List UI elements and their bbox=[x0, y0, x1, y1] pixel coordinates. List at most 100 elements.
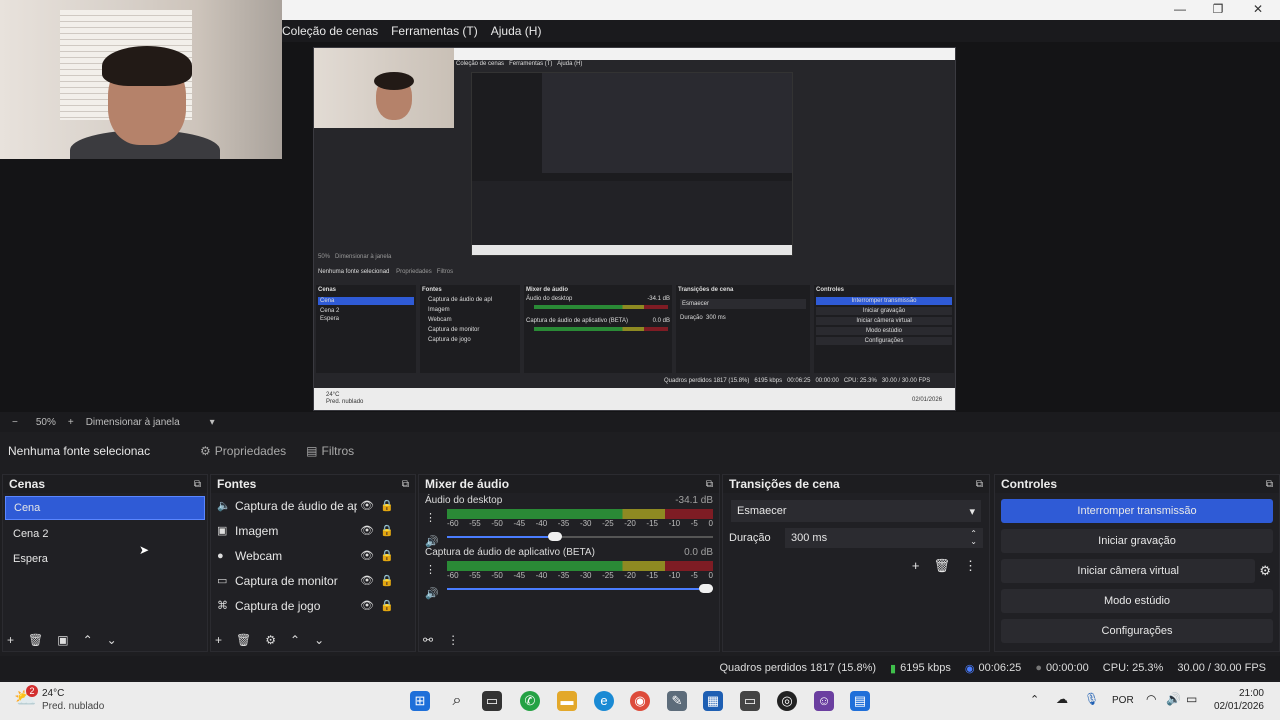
webcam-overlay bbox=[0, 0, 282, 159]
lock-icon[interactable]: 🔒 bbox=[377, 499, 397, 512]
search-icon[interactable]: ⌕ bbox=[447, 691, 467, 711]
source-item[interactable]: ▣ Imagem 👁 🔒 bbox=[211, 518, 415, 543]
task-view-icon[interactable]: ▭ bbox=[482, 691, 502, 711]
speaker-icon[interactable]: 🔊 bbox=[425, 535, 439, 548]
source-item[interactable]: ⌘ Captura de jogo 👁 🔒 bbox=[211, 593, 415, 618]
trash-icon[interactable]: 🗑 bbox=[236, 633, 251, 647]
mic-icon[interactable]: 🎙 bbox=[1084, 692, 1099, 706]
duration-spinbox[interactable]: 300 ms ⌃ ⌄ bbox=[785, 528, 983, 548]
scene-item[interactable]: Espera bbox=[5, 548, 205, 570]
nested-no-source: Nenhuma fonte selecionad bbox=[318, 269, 390, 275]
menu-bar: Coleção de cenas Ferramentas (T) Ajuda (… bbox=[282, 20, 1280, 42]
menu-tools[interactable]: Ferramentas (T) bbox=[391, 24, 478, 38]
settings-button[interactable]: Configurações bbox=[1001, 619, 1273, 643]
start-icon[interactable]: ⊞ bbox=[410, 691, 430, 711]
gear-icon[interactable]: ⚙ bbox=[1259, 563, 1271, 579]
move-up-icon[interactable]: ⌃ bbox=[83, 633, 93, 647]
sources-dock: Fontes ⧉ 🔈 Captura de áudio de apl 👁 🔒 ▣ Image… bbox=[210, 474, 416, 652]
popout-icon[interactable]: ⧉ bbox=[976, 479, 983, 490]
tick-label: -25 bbox=[602, 519, 614, 528]
popout-icon[interactable]: ⧉ bbox=[194, 479, 201, 490]
trash-icon[interactable]: 🗑 bbox=[933, 558, 950, 574]
volume-icon[interactable]: 🔊 bbox=[1166, 692, 1181, 706]
link-icon[interactable]: ⚯ bbox=[423, 633, 433, 647]
nested-mode: Dimensionar à janela bbox=[335, 254, 392, 260]
whatsapp-icon[interactable]: ✆ bbox=[520, 691, 540, 711]
visibility-icon[interactable]: 👁 bbox=[357, 574, 377, 587]
terminal-icon[interactable]: ▭ bbox=[740, 691, 760, 711]
volume-slider[interactable] bbox=[447, 583, 713, 595]
zoom-mode-select[interactable]: Dimensionar à janela bbox=[86, 417, 180, 428]
obs-icon[interactable]: ◎ bbox=[777, 691, 797, 711]
edge-icon[interactable]: e bbox=[594, 691, 614, 711]
visibility-icon[interactable]: 👁 bbox=[357, 599, 377, 612]
source-item[interactable]: ● Webcam 👁 🔒 bbox=[211, 543, 415, 568]
scene-item[interactable]: Cena 2 bbox=[5, 523, 205, 545]
lock-icon[interactable]: 🔒 bbox=[377, 599, 397, 612]
visibility-icon[interactable]: 👁 bbox=[357, 549, 377, 562]
lock-icon[interactable]: 🔒 bbox=[377, 524, 397, 537]
discord-icon[interactable]: ☺ bbox=[814, 691, 834, 711]
move-down-icon[interactable]: ⌄ bbox=[314, 633, 324, 647]
menu-help[interactable]: Ajuda (H) bbox=[491, 24, 542, 38]
chevron-down-icon[interactable]: ▾ bbox=[210, 417, 215, 428]
filters-button[interactable]: ▤ Filtros bbox=[306, 444, 354, 458]
start-virtual-camera-button[interactable]: Iniciar câmera virtual bbox=[1001, 559, 1256, 583]
zoom-in-button[interactable]: + bbox=[68, 417, 74, 428]
menu-scene-collection[interactable]: Coleção de cenas bbox=[282, 24, 378, 38]
minimize-button[interactable]: — bbox=[1162, 2, 1198, 16]
tray-chevron-icon[interactable]: ⌃ bbox=[1030, 693, 1039, 706]
language-indicator[interactable]: POR bbox=[1112, 695, 1134, 706]
transition-select[interactable]: Esmaecer ▾ bbox=[731, 500, 981, 522]
volume-slider[interactable] bbox=[447, 531, 713, 543]
chrome-icon[interactable]: ◉ bbox=[630, 691, 650, 711]
nested-source-5: Captura de jogo bbox=[428, 337, 471, 343]
popout-icon[interactable]: ⧉ bbox=[1266, 479, 1273, 490]
more-icon[interactable]: ⋮ bbox=[425, 511, 436, 524]
move-down-icon[interactable]: ⌄ bbox=[107, 633, 117, 647]
more-icon[interactable]: ⋮ bbox=[447, 633, 459, 647]
source-type-icon: ● bbox=[217, 549, 224, 562]
spinner-icon[interactable]: ⌃ ⌄ bbox=[970, 530, 977, 546]
move-up-icon[interactable]: ⌃ bbox=[290, 633, 300, 647]
more-icon[interactable]: ⋮ bbox=[964, 558, 977, 574]
popout-icon[interactable]: ⧉ bbox=[402, 479, 409, 490]
file-explorer-icon[interactable]: ▬ bbox=[557, 691, 577, 711]
teams-icon[interactable]: ▤ bbox=[850, 691, 870, 711]
maximize-button[interactable]: ❐ bbox=[1200, 2, 1236, 16]
visibility-icon[interactable]: 👁 bbox=[357, 499, 377, 512]
trash-icon[interactable]: 🗑 bbox=[28, 633, 43, 647]
app-icon[interactable]: ✎ bbox=[667, 691, 687, 711]
nested-zoom: 50% bbox=[318, 254, 331, 260]
scene-item[interactable]: Cena bbox=[5, 496, 205, 520]
studio-mode-button[interactable]: Modo estúdio bbox=[1001, 589, 1273, 613]
zoom-out-button[interactable]: − bbox=[12, 417, 18, 428]
more-icon[interactable]: ⋮ bbox=[425, 563, 436, 576]
stop-streaming-button[interactable]: Interromper transmissão bbox=[1001, 499, 1273, 523]
add-scene-icon[interactable]: + bbox=[7, 633, 14, 647]
source-item[interactable]: ▭ Captura de monitor 👁 🔒 bbox=[211, 568, 415, 593]
nested-scene-1: Cena bbox=[318, 297, 414, 305]
start-recording-button[interactable]: Iniciar gravação bbox=[1001, 529, 1273, 553]
nested-menu-3: Ajuda (H) bbox=[557, 61, 583, 67]
wifi-icon[interactable]: ◠ bbox=[1146, 692, 1156, 706]
lock-icon[interactable]: 🔒 bbox=[377, 574, 397, 587]
properties-button[interactable]: ⚙ Propriedades bbox=[200, 444, 286, 458]
source-item[interactable]: 🔈 Captura de áudio de apl 👁 🔒 bbox=[211, 493, 415, 518]
store-icon[interactable]: ▦ bbox=[703, 691, 723, 711]
visibility-icon[interactable]: 👁 bbox=[357, 524, 377, 537]
scene-filter-icon[interactable]: ▣ bbox=[57, 633, 68, 647]
close-button[interactable]: ✕ bbox=[1240, 2, 1276, 16]
speaker-icon[interactable]: 🔊 bbox=[425, 587, 439, 600]
clock-time[interactable]: 21:00 bbox=[1212, 687, 1264, 700]
add-transition-icon[interactable]: + bbox=[912, 558, 920, 574]
popout-icon[interactable]: ⧉ bbox=[706, 479, 713, 490]
nested-control-3: Iniciar câmera virtual bbox=[816, 317, 952, 325]
add-source-icon[interactable]: + bbox=[215, 633, 222, 647]
nested-duration-value: 300 ms bbox=[706, 315, 726, 321]
lock-icon[interactable]: 🔒 bbox=[377, 549, 397, 562]
battery-icon[interactable]: ▭ bbox=[1186, 692, 1197, 706]
source-settings-icon[interactable]: ⚙ bbox=[265, 633, 276, 647]
onedrive-icon[interactable]: ☁ bbox=[1056, 692, 1068, 706]
clock-date[interactable]: 02/01/2026 bbox=[1212, 700, 1264, 713]
